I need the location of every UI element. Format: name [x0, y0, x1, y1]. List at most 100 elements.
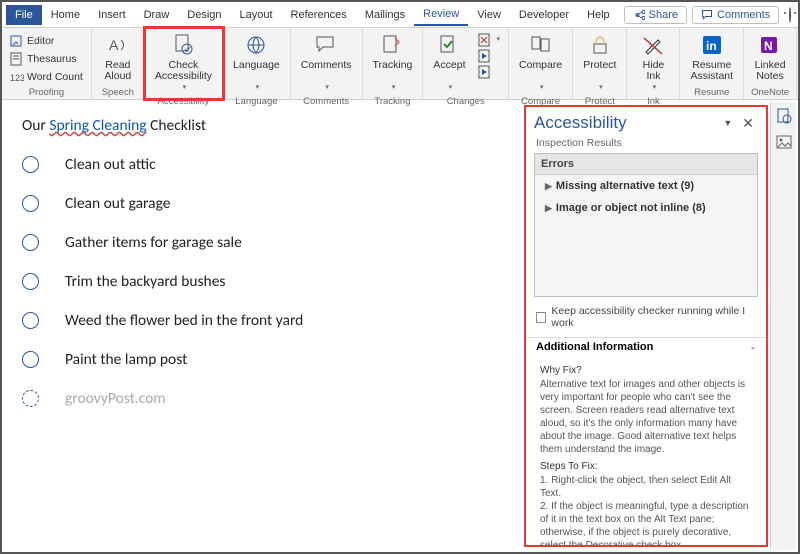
checklist-item: Clean out garage	[22, 194, 504, 213]
tab-view[interactable]: View	[468, 5, 510, 25]
error-item[interactable]: ▶Image or object not inline (8)	[535, 197, 757, 219]
tab-developer[interactable]: Developer	[510, 5, 578, 25]
steps-heading: Steps To Fix:	[540, 460, 752, 473]
chevron-down-icon: ▾	[599, 82, 603, 93]
accept-icon	[437, 33, 461, 57]
svg-text:123: 123	[10, 73, 24, 83]
ribbon: Editor Thesaurus 123Word Count Proofing …	[2, 28, 798, 100]
chevron-down-icon: ▾	[256, 82, 260, 93]
step-1: 1. Right-click the object, then select E…	[540, 474, 752, 500]
tab-home[interactable]: Home	[42, 5, 89, 25]
prev-change-button[interactable]	[475, 48, 504, 64]
accessibility-rail-icon[interactable]	[776, 108, 792, 124]
svg-text:in: in	[706, 39, 717, 53]
checklist-item: Weed the flower bed in the front yard	[22, 311, 504, 330]
group-proofing: Editor Thesaurus 123Word Count Proofing	[2, 28, 92, 99]
reject-button[interactable]: ▾	[475, 32, 504, 48]
tab-mailings[interactable]: Mailings	[356, 5, 414, 25]
group-label-speech: Speech	[102, 87, 134, 99]
checklist-item: Trim the backyard bushes	[22, 272, 504, 291]
tab-design[interactable]: Design	[178, 5, 230, 25]
group-onenote: N Linked Notes OneNote	[744, 28, 797, 99]
chevron-down-icon: ▾	[183, 82, 187, 93]
wordcount-button[interactable]: 123Word Count	[7, 69, 86, 85]
pane-menu-button[interactable]: ▼	[717, 114, 738, 132]
chevron-down-icon: ▾	[449, 82, 453, 93]
tab-help[interactable]: Help	[578, 5, 619, 25]
accept-button[interactable]: Accept▾	[427, 30, 471, 96]
resume-assistant-button[interactable]: in Resume Assistant	[684, 30, 739, 85]
pane-title: Accessibility	[534, 113, 717, 133]
accessibility-pane: Accessibility ▼ ✕ Inspection Results Err…	[524, 105, 768, 547]
bullet-icon	[22, 312, 39, 329]
group-compare: Compare▾ Compare	[509, 28, 573, 99]
group-label-onenote: OneNote	[751, 87, 789, 99]
checklist-item: Clean out attic	[22, 155, 504, 174]
share-button[interactable]: Share	[624, 6, 687, 24]
ribbon-comments-button[interactable]: Comments▾	[295, 30, 358, 96]
close-icon[interactable]: ✕	[738, 115, 758, 132]
group-accessibility: Check Accessibility▾ Accessibility	[145, 28, 223, 99]
group-comments: Comments▾ Comments	[291, 28, 363, 99]
language-icon	[244, 33, 268, 57]
document-canvas[interactable]: Our Spring Cleaning Checklist Clean out …	[4, 102, 524, 550]
checklist-item: Paint the lamp post	[22, 350, 504, 369]
group-label-proofing: Proofing	[29, 87, 64, 99]
svg-text:A: A	[109, 37, 119, 53]
comment-icon	[701, 9, 713, 21]
thesaurus-button[interactable]: Thesaurus	[7, 51, 80, 67]
error-item[interactable]: ▶Missing alternative text (9)	[535, 175, 757, 197]
tab-references[interactable]: References	[282, 5, 356, 25]
compare-icon	[529, 33, 553, 57]
group-protect: Protect▾ Protect	[573, 28, 627, 99]
tab-layout[interactable]: Layout	[231, 5, 282, 25]
checkbox-icon[interactable]	[536, 312, 546, 323]
chevron-down-icon: ▾	[325, 82, 329, 93]
comments-button[interactable]: Comments	[692, 6, 779, 24]
picture-rail-icon[interactable]	[776, 134, 792, 150]
group-tracking: Tracking▾ Tracking	[363, 28, 424, 99]
hide-ink-button[interactable]: Hide Ink▾	[631, 30, 675, 96]
chevron-right-icon: ▶	[545, 181, 552, 192]
editor-button[interactable]: Editor	[7, 33, 57, 49]
linkedin-icon: in	[700, 33, 724, 57]
tab-review[interactable]: Review	[414, 4, 468, 26]
tab-insert[interactable]: Insert	[89, 5, 135, 25]
group-resume: in Resume Assistant Resume	[680, 28, 744, 99]
chevron-down-icon[interactable]: ⌄	[750, 343, 756, 351]
feedback-icon[interactable]	[789, 7, 791, 23]
group-label-resume: Resume	[694, 87, 729, 99]
editor-icon	[10, 34, 24, 48]
wordcount-icon: 123	[10, 70, 24, 84]
bullet-icon	[22, 351, 39, 368]
onenote-icon: N	[758, 33, 782, 57]
next-change-button[interactable]	[475, 64, 504, 80]
check-accessibility-button[interactable]: Check Accessibility▾	[149, 30, 218, 96]
compare-button[interactable]: Compare▾	[513, 30, 568, 96]
additional-info-header[interactable]: Additional Information	[536, 341, 748, 353]
bullet-icon	[22, 156, 39, 173]
pane-subtitle: Inspection Results	[526, 137, 766, 153]
language-button[interactable]: Language▾	[227, 30, 286, 96]
tab-draw[interactable]: Draw	[135, 5, 179, 25]
tab-bar: File Home Insert Draw Design Layout Refe…	[2, 2, 798, 28]
protect-button[interactable]: Protect▾	[577, 30, 622, 96]
errors-header: Errors	[535, 154, 757, 175]
linked-notes-button[interactable]: N Linked Notes	[748, 30, 792, 85]
bullet-icon	[22, 195, 39, 212]
checklist-item: Gather items for garage sale	[22, 233, 504, 252]
chevron-right-icon: ▶	[545, 203, 552, 214]
keep-running-checkbox[interactable]: Keep accessibility checker running while…	[526, 297, 766, 337]
branding: groovyPost.com	[22, 389, 504, 408]
step-2: 2. If the object is meaningful, type a d…	[540, 500, 752, 545]
tab-file[interactable]: File	[6, 5, 42, 25]
read-aloud-button[interactable]: A Read Aloud	[96, 30, 140, 85]
tracking-icon	[380, 33, 404, 57]
next-icon	[478, 65, 492, 79]
tracking-button[interactable]: Tracking▾	[367, 30, 419, 96]
chevron-down-icon: ▾	[653, 82, 657, 93]
side-rail	[770, 102, 796, 550]
bullet-icon	[22, 273, 39, 290]
results-list: Errors ▶Missing alternative text (9) ▶Im…	[534, 153, 758, 297]
additional-info-body: Why Fix? Alternative text for images and…	[526, 356, 766, 545]
